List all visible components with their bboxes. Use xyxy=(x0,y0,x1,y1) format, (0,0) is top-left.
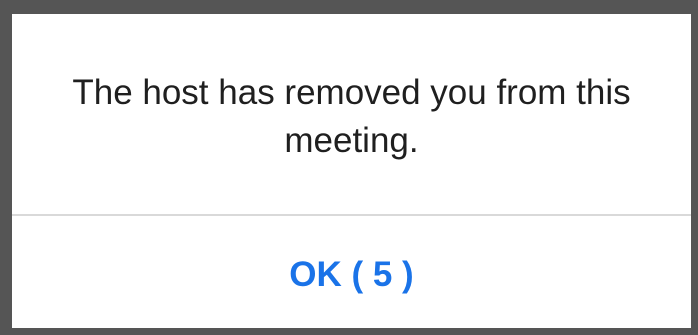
dialog-message-area: The host has removed you from this meeti… xyxy=(12,14,691,214)
ok-button-label: OK ( 5 ) xyxy=(289,255,414,294)
removed-from-meeting-dialog: The host has removed you from this meeti… xyxy=(12,14,691,328)
dialog-message: The host has removed you from this meeti… xyxy=(72,73,631,160)
ok-button[interactable]: OK ( 5 ) xyxy=(12,216,691,328)
